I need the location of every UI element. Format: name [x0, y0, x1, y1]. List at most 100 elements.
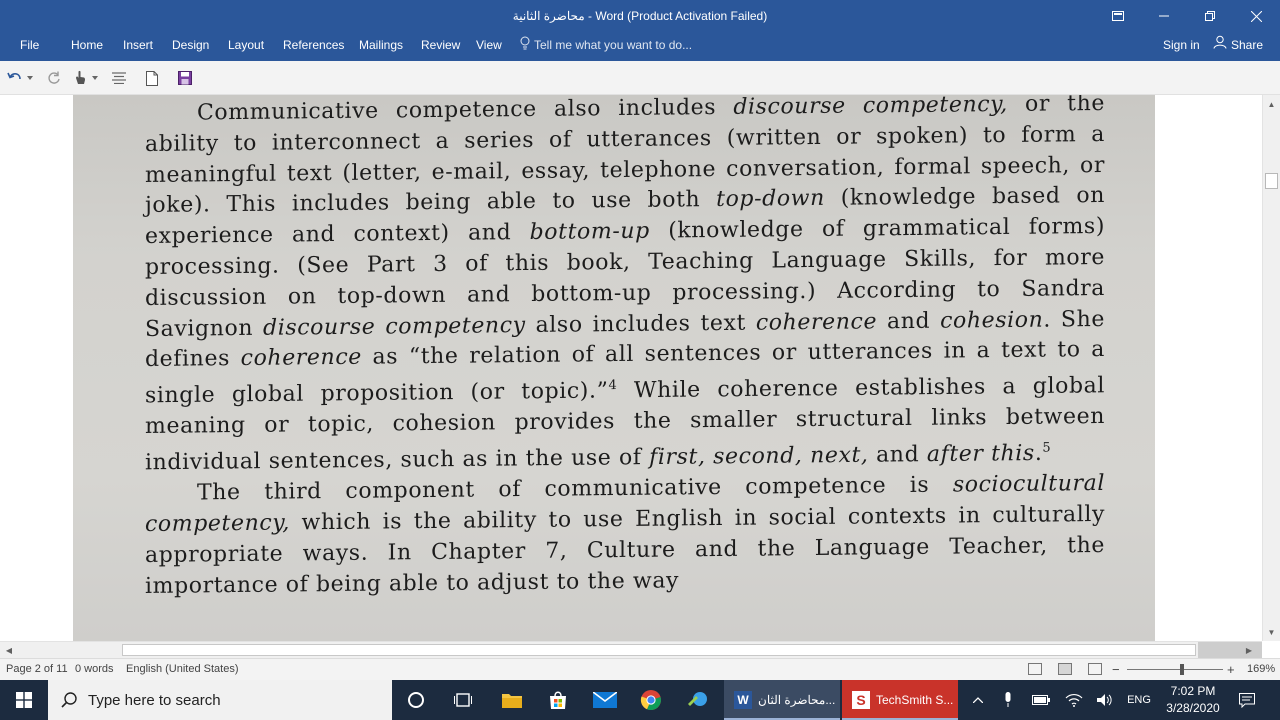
store-icon[interactable] — [535, 680, 581, 720]
body-text: also includes text — [525, 310, 756, 338]
page-count[interactable]: Page 2 of 11 — [6, 659, 68, 680]
tab-file[interactable]: File — [20, 32, 39, 61]
wifi-icon[interactable] — [1063, 680, 1085, 720]
tab-layout[interactable]: Layout — [228, 32, 264, 61]
tab-design[interactable]: Design — [172, 32, 209, 61]
italic-text: after this — [926, 441, 1035, 468]
format-icon[interactable] — [110, 69, 128, 87]
restore-icon[interactable] — [1187, 0, 1233, 32]
scroll-left-icon[interactable]: ◀ — [2, 643, 16, 657]
search-icon — [60, 691, 78, 709]
techsmith-app-label: TechSmith S... — [876, 693, 954, 707]
microphone-icon[interactable] — [998, 680, 1018, 720]
horizontal-scroll-thumb[interactable] — [122, 644, 1196, 656]
battery-icon[interactable] — [1030, 680, 1052, 720]
tab-home[interactable]: Home — [71, 32, 103, 61]
volume-icon[interactable] — [1094, 680, 1116, 720]
scroll-right-icon[interactable]: ▶ — [1242, 643, 1256, 657]
clock-date: 3/28/2020 — [1166, 701, 1220, 715]
undo-icon[interactable] — [6, 69, 24, 87]
document-paragraph: The third component of communicative com… — [145, 469, 1105, 602]
ribbon-display-options-icon[interactable] — [1095, 0, 1141, 32]
window-title: محاضرة الثانية - Word (Product Activatio… — [512, 9, 768, 23]
horizontal-scrollbar[interactable]: ◀ ▶ — [0, 641, 1262, 658]
undo-dropdown-icon[interactable] — [25, 69, 35, 87]
mail-icon[interactable] — [582, 680, 628, 720]
zoom-in-icon[interactable]: + — [1227, 659, 1235, 680]
zoom-out-icon[interactable]: − — [1112, 659, 1120, 680]
notifications-icon[interactable] — [1234, 680, 1260, 720]
title-bar: محاضرة الثانية - Word (Product Activatio… — [0, 0, 1280, 32]
share-button[interactable]: Share — [1213, 32, 1263, 58]
system-clock[interactable]: 7:02 PM 3/28/2020 — [1158, 683, 1228, 717]
taskbar-app-word[interactable]: W محاضرة الثان... — [724, 680, 840, 720]
new-document-icon[interactable] — [143, 69, 161, 87]
status-bar: Page 2 of 11 0 words English (United Sta… — [0, 658, 1280, 680]
cortana-icon[interactable] — [393, 680, 439, 720]
tab-mailings[interactable]: Mailings — [359, 32, 403, 61]
techsmith-icon: S — [852, 691, 870, 709]
document-text: Communicative competence also includes d… — [145, 95, 1105, 602]
file-explorer-icon[interactable] — [489, 680, 535, 720]
redo-icon[interactable] — [45, 69, 63, 87]
clock-time: 7:02 PM — [1170, 684, 1216, 698]
chrome-icon[interactable] — [628, 680, 674, 720]
tell-me-placeholder: Tell me what you want to do... — [534, 38, 693, 52]
tab-review[interactable]: Review — [421, 32, 460, 61]
person-icon — [1213, 32, 1227, 58]
sign-in-link[interactable]: Sign in — [1163, 32, 1200, 58]
body-text: and — [868, 442, 927, 468]
italic-text: cohesion — [940, 307, 1044, 334]
document-page[interactable]: Communicative competence also includes d… — [73, 95, 1155, 641]
tell-me-box[interactable]: Tell me what you want to do... — [520, 32, 692, 61]
taskbar-search[interactable]: Type here to search — [48, 680, 392, 720]
tab-view[interactable]: View — [476, 32, 502, 61]
tab-references[interactable]: References — [283, 32, 344, 61]
search-placeholder: Type here to search — [88, 691, 221, 709]
scroll-up-icon[interactable]: ▲ — [1263, 97, 1280, 111]
italic-text: coherence — [755, 308, 878, 336]
show-hidden-icons-icon[interactable] — [968, 680, 988, 720]
read-mode-icon[interactable] — [1028, 663, 1042, 675]
vertical-scrollbar[interactable]: ▲ ▼ — [1262, 95, 1280, 641]
footnote-reference: 4 — [608, 378, 618, 394]
scroll-down-icon[interactable]: ▼ — [1263, 625, 1280, 639]
ribbon-tabs: File Home Insert Design Layout Reference… — [0, 32, 1280, 61]
task-view-icon[interactable] — [440, 680, 486, 720]
body-text: which is the ability to use English in s… — [145, 501, 1105, 599]
print-layout-icon[interactable] — [1058, 663, 1072, 675]
input-language[interactable]: ENG — [1124, 680, 1154, 720]
zoom-level[interactable]: 169% — [1247, 659, 1275, 680]
zoom-slider-thumb[interactable] — [1180, 664, 1184, 675]
italic-text: discourse competency, — [733, 95, 1008, 120]
italic-text: bottom-up — [529, 218, 650, 246]
tab-insert[interactable]: Insert — [123, 32, 153, 61]
italic-text: coherence — [240, 345, 362, 372]
italic-text: discourse competency — [263, 312, 526, 341]
network-app-icon[interactable] — [675, 680, 721, 720]
zoom-slider[interactable] — [1127, 669, 1223, 670]
touch-mode-icon[interactable] — [71, 69, 89, 87]
close-icon[interactable] — [1233, 0, 1279, 32]
document-paragraph: Communicative competence also includes d… — [145, 95, 1105, 479]
touch-dropdown-icon[interactable] — [90, 69, 100, 87]
italic-text: first, second, next, — [649, 442, 869, 471]
word-window: محاضرة الثانية - Word (Product Activatio… — [0, 0, 1280, 720]
lightbulb-icon — [520, 33, 530, 59]
proofing-language[interactable]: English (United States) — [126, 659, 239, 680]
vertical-scroll-thumb[interactable] — [1265, 173, 1278, 189]
italic-text: top-down — [716, 186, 825, 213]
word-app-label: محاضرة الثان... — [758, 693, 836, 707]
web-layout-icon[interactable] — [1088, 663, 1102, 675]
body-text: and — [877, 308, 941, 334]
quick-access-toolbar — [0, 61, 1280, 95]
word-count[interactable]: 0 words — [75, 659, 114, 680]
minimize-icon[interactable] — [1141, 0, 1187, 32]
document-area: Communicative competence also includes d… — [0, 95, 1280, 641]
body-text: Communicative competence also includes — [197, 95, 734, 126]
footnote-reference: 5 — [1042, 440, 1052, 456]
body-text: The third component of communicative com… — [197, 472, 953, 506]
save-icon[interactable] — [176, 69, 194, 87]
windows-start-icon[interactable] — [0, 680, 48, 720]
taskbar-app-techsmith[interactable]: S TechSmith S... — [842, 680, 958, 720]
